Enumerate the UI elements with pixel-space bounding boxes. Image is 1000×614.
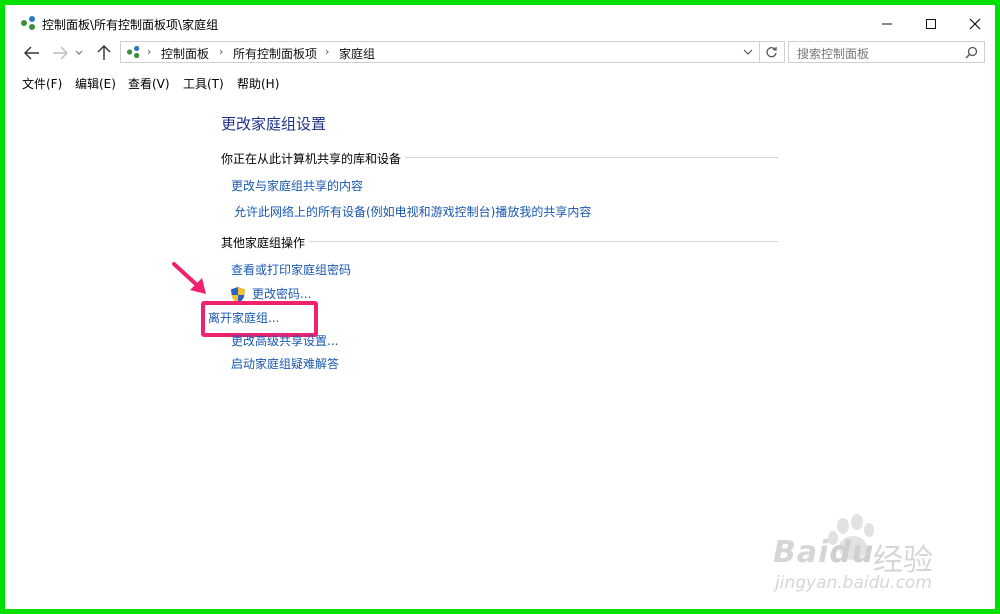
menu-help[interactable]: 帮助(H): [237, 75, 279, 92]
chevron-right-icon: ›: [219, 45, 224, 58]
menu-edit[interactable]: 编辑(E): [75, 75, 116, 92]
section-heading-shared: 你正在从此计算机共享的库和设备: [221, 150, 406, 167]
window-title: 控制面板\所有控制面板项\家庭组: [42, 18, 219, 32]
breadcrumb-control-panel[interactable]: 控制面板: [161, 45, 209, 62]
menu-tools[interactable]: 工具(T): [183, 75, 224, 92]
recent-pages-button[interactable]: [72, 43, 86, 63]
maximize-button[interactable]: [908, 10, 954, 38]
breadcrumb-homegroup[interactable]: 家庭组: [339, 45, 375, 62]
section-heading-other-actions: 其他家庭组操作: [221, 234, 310, 251]
search-icon[interactable]: [965, 46, 978, 59]
chevron-right-icon: ›: [325, 45, 330, 58]
watermark-url: jingyan.baidu.com: [775, 573, 932, 593]
minimize-button[interactable]: [864, 10, 910, 38]
minimize-icon: [882, 23, 892, 25]
chevron-right-icon: ›: [147, 45, 152, 58]
address-row: › 控制面板 › 所有控制面板项 › 家庭组 搜索控制面板: [10, 38, 1000, 68]
breadcrumb-all-items[interactable]: 所有控制面板项: [233, 45, 317, 62]
back-arrow-icon: [24, 46, 39, 60]
menu-file[interactable]: 文件(F): [22, 75, 62, 92]
maximize-icon: [926, 19, 936, 29]
link-advanced-sharing[interactable]: 更改高级共享设置...: [231, 332, 338, 349]
search-input[interactable]: 搜索控制面板: [788, 41, 985, 63]
forward-button[interactable]: [50, 43, 70, 63]
link-change-password[interactable]: 更改密码...: [252, 285, 311, 302]
link-allow-media-devices[interactable]: 允许此网络上的所有设备(例如电视和游戏控制台)播放我的共享内容: [234, 203, 591, 220]
close-button[interactable]: [952, 10, 998, 38]
menu-bar: 文件(F) 编辑(E) 查看(V) 工具(T) 帮助(H): [10, 71, 1000, 93]
chevron-down-icon[interactable]: [743, 49, 753, 56]
up-button[interactable]: [94, 43, 114, 63]
link-troubleshooter[interactable]: 启动家庭组疑难解答: [231, 355, 339, 372]
forward-arrow-icon: [53, 46, 68, 60]
watermark-brand: Baidu: [773, 535, 875, 570]
window-frame: 控制面板\所有控制面板项\家庭组 › 控制面板 › 所有控制面板项 › 家庭组 …: [0, 0, 1000, 614]
up-arrow-icon: [97, 45, 111, 60]
back-button[interactable]: [22, 43, 42, 63]
link-change-shared-content[interactable]: 更改与家庭组共享的内容: [231, 177, 363, 194]
chevron-down-icon: [75, 50, 83, 55]
homegroup-icon: [127, 45, 140, 59]
menu-view[interactable]: 查看(V): [128, 75, 170, 92]
divider: [759, 42, 760, 62]
close-icon: [969, 18, 981, 30]
search-placeholder: 搜索控制面板: [797, 47, 870, 61]
title-bar: 控制面板\所有控制面板项\家庭组: [10, 10, 1000, 38]
annotation-arrow-icon: [172, 262, 206, 294]
address-bar[interactable]: › 控制面板 › 所有控制面板项 › 家庭组: [120, 41, 785, 63]
refresh-icon[interactable]: [765, 46, 778, 59]
page-title: 更改家庭组设置: [221, 115, 327, 133]
homegroup-icon: [21, 16, 35, 30]
link-view-print-password[interactable]: 查看或打印家庭组密码: [231, 261, 351, 278]
